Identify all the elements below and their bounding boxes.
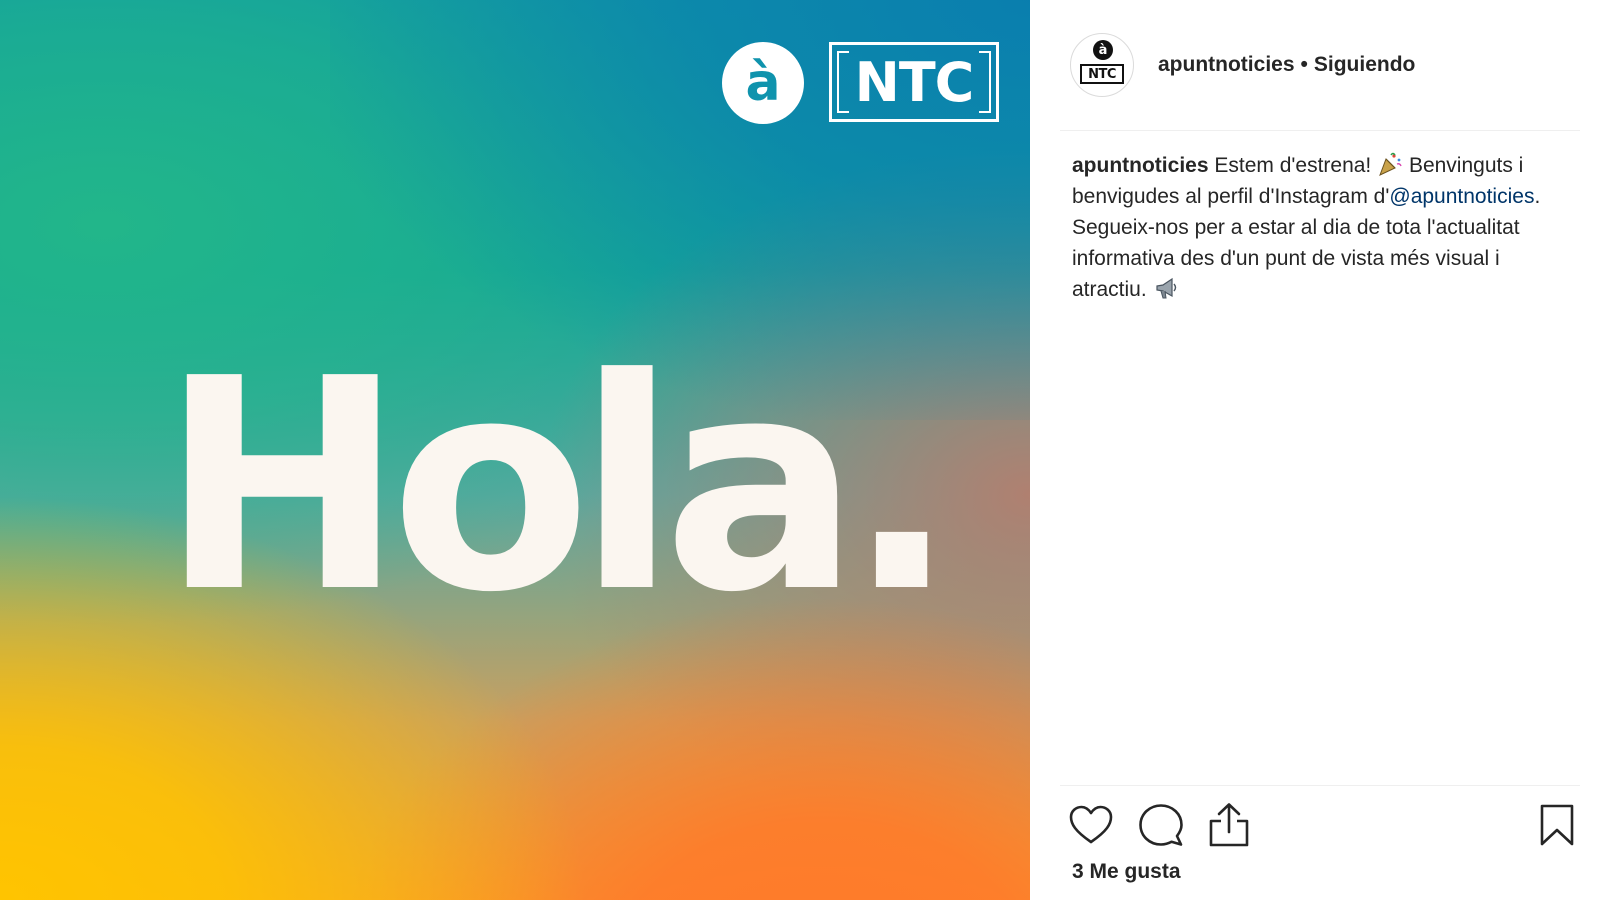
avatar-logo-ntc: NTC (1080, 64, 1124, 84)
post-caption: apuntnoticies Estem d'estrena! Benvingut… (1072, 150, 1577, 305)
heart-icon (1069, 805, 1113, 844)
comment-icon (1139, 804, 1183, 846)
header-username-link[interactable]: apuntnoticies (1158, 53, 1295, 77)
post-header: à NTC apuntnoticies • Siguiendo (1070, 20, 1580, 110)
post-image[interactable]: à NTC Hola. (0, 0, 1030, 900)
actions-divider (1060, 785, 1580, 786)
loudspeaker-icon (1153, 275, 1179, 301)
party-popper-icon (1377, 151, 1403, 177)
save-button[interactable] (1534, 802, 1580, 848)
comment-button[interactable] (1138, 802, 1184, 848)
following-button[interactable]: Siguiendo (1314, 53, 1416, 77)
header-divider (1060, 130, 1580, 131)
caption-username-link[interactable]: apuntnoticies (1072, 154, 1209, 177)
image-headline: Hola. (160, 316, 957, 656)
bookmark-icon (1540, 804, 1574, 846)
share-icon (1209, 803, 1249, 847)
avatar-logo-a: à (1093, 40, 1113, 60)
header-separator: • (1300, 53, 1308, 76)
like-button[interactable] (1068, 802, 1114, 848)
caption-text-1: Estem d'estrena! (1208, 154, 1378, 177)
a-punt-logo: à (722, 42, 804, 124)
likes-count[interactable]: 3 Me gusta (1072, 860, 1181, 884)
header-text: apuntnoticies • Siguiendo (1158, 53, 1415, 77)
caption-mention-link[interactable]: @apuntnoticies (1389, 185, 1534, 208)
share-button[interactable] (1206, 802, 1252, 848)
post-actions-bar (1060, 800, 1580, 850)
ntc-logo: NTC (829, 42, 999, 122)
post-side-panel: à NTC apuntnoticies • Siguiendo apuntnot… (1030, 0, 1600, 900)
instagram-post: à NTC Hola. à NTC apuntnoticies • Siguie… (0, 0, 1600, 900)
avatar[interactable]: à NTC (1070, 33, 1134, 97)
